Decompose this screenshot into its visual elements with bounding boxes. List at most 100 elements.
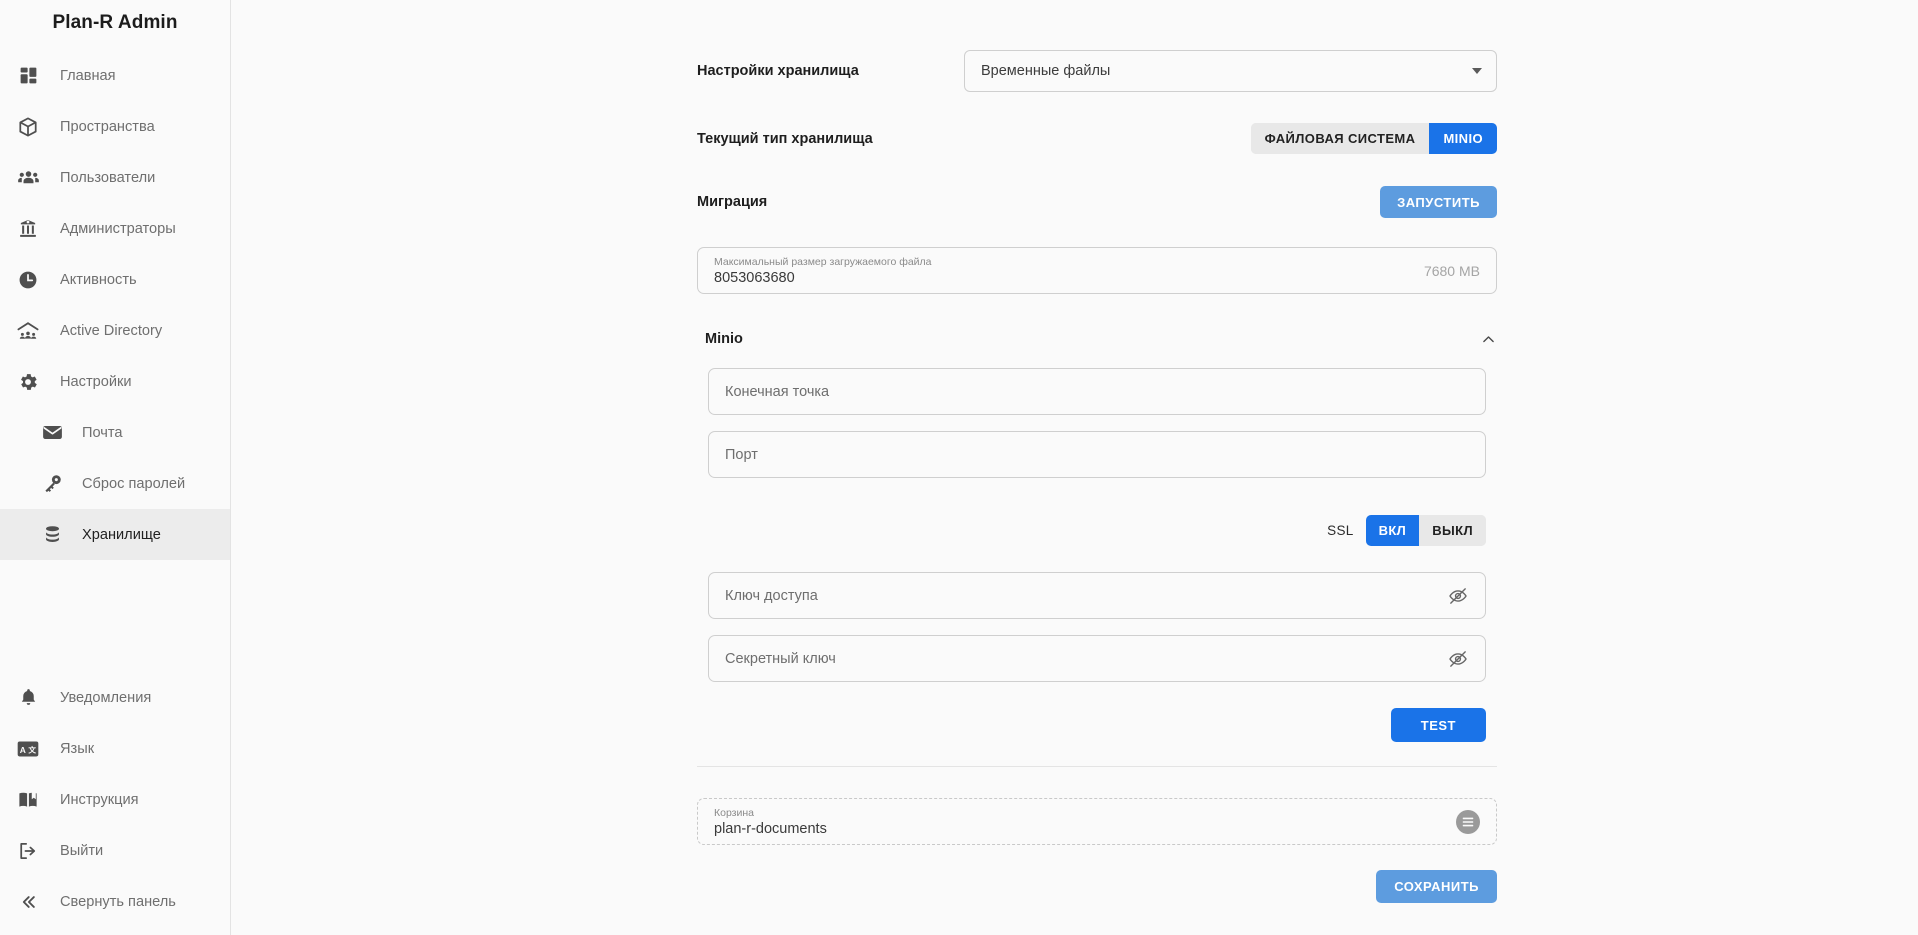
bucket-list-icon[interactable]: [1456, 809, 1480, 834]
minio-test-row: TEST: [708, 708, 1486, 742]
migration-row: Миграция ЗАПУСТИТЬ: [697, 186, 1497, 218]
minio-access-key-placeholder: Ключ доступа: [725, 587, 818, 604]
minio-endpoint-field[interactable]: Конечная точка: [708, 368, 1486, 415]
sidebar-item-label: Пользователи: [60, 169, 156, 186]
minio-section-divider: [697, 766, 1497, 767]
logout-icon: [10, 840, 46, 862]
mail-icon: [34, 421, 70, 444]
sidebar-item-label: Свернуть панель: [60, 893, 176, 910]
ssl-option-off[interactable]: ВЫКЛ: [1419, 515, 1486, 546]
minio-port-field[interactable]: Порт: [708, 431, 1486, 478]
sidebar-item-label: Пространства: [60, 118, 155, 135]
admin-icon: [10, 218, 46, 240]
clock-icon: [10, 269, 46, 291]
sidebar-item-label: Главная: [60, 67, 116, 84]
key-icon: [34, 472, 70, 495]
storage-settings-label: Настройки хранилища: [697, 63, 859, 79]
minio-port-placeholder: Порт: [725, 446, 758, 463]
minio-accordion: Minio Конечная точка Порт SSL ВКЛ ВЫКЛ К…: [697, 322, 1497, 767]
sidebar-item-activity[interactable]: Активность: [0, 254, 230, 305]
book-icon: [10, 789, 46, 811]
translate-icon: A文: [10, 740, 46, 758]
sidebar-item-label: Активность: [60, 271, 137, 288]
minio-accordion-title: Minio: [705, 331, 743, 347]
ssl-segmented-control: ВКЛ ВЫКЛ: [1365, 515, 1486, 546]
minio-secret-key-placeholder: Секретный ключ: [725, 650, 836, 667]
save-button[interactable]: СОХРАНИТЬ: [1376, 870, 1497, 903]
sidebar-item-spaces[interactable]: Пространства: [0, 101, 230, 152]
migration-label: Миграция: [697, 194, 768, 210]
sidebar-nav: Главная Пространства Пользователи Админи…: [0, 40, 230, 560]
bucket-stack: Корзина plan-r-documents: [714, 799, 1456, 844]
sidebar-item-label: Active Directory: [60, 322, 163, 339]
migration-control: ЗАПУСТИТЬ: [935, 186, 1497, 218]
max-upload-size-stack: Максимальный размер загружаемого файла 8…: [714, 248, 1412, 293]
chevron-double-left-icon: [10, 891, 46, 913]
sidebar-item-storage[interactable]: Хранилище: [0, 509, 230, 560]
sidebar-item-logout[interactable]: Выйти: [0, 825, 230, 876]
sidebar-item-active-directory[interactable]: Active Directory: [0, 305, 230, 356]
ssl-option-on[interactable]: ВКЛ: [1365, 515, 1420, 546]
svg-text:A: A: [20, 744, 26, 754]
sidebar-item-users[interactable]: Пользователи: [0, 152, 230, 203]
cube-icon: [10, 116, 46, 138]
sidebar-item-collapse-panel[interactable]: Свернуть панель: [0, 876, 230, 927]
start-migration-button[interactable]: ЗАПУСТИТЬ: [1380, 186, 1497, 218]
sidebar-item-administrators[interactable]: Администраторы: [0, 203, 230, 254]
sidebar-bottom-nav: Уведомления A文 Язык Инструкция Выйти Све…: [0, 672, 230, 935]
storage-type-option-filesystem[interactable]: ФАЙЛОВАЯ СИСТЕМА: [1250, 123, 1430, 154]
gear-icon: [10, 371, 46, 393]
minio-secret-key-field[interactable]: Секретный ключ: [708, 635, 1486, 682]
sidebar: Plan-R Admin Главная Пространства Пользо…: [0, 0, 231, 935]
sidebar-item-label: Уведомления: [60, 689, 152, 706]
main-content: Настройки хранилища Временные файлы Теку…: [231, 0, 1918, 935]
storage-settings-form: Настройки хранилища Временные файлы Теку…: [697, 0, 1497, 903]
svg-text:文: 文: [28, 744, 36, 754]
active-directory-icon: [10, 319, 46, 343]
sidebar-item-label: Хранилище: [82, 526, 161, 543]
storage-settings-select[interactable]: Временные файлы: [964, 50, 1497, 92]
eye-off-icon[interactable]: [1447, 648, 1469, 670]
sidebar-item-notifications[interactable]: Уведомления: [0, 672, 230, 723]
sidebar-item-label: Язык: [60, 740, 95, 757]
sidebar-item-password-reset[interactable]: Сброс паролей: [0, 458, 230, 509]
save-row: СОХРАНИТЬ: [697, 870, 1497, 903]
sidebar-item-label: Выйти: [60, 842, 104, 859]
app-root: Plan-R Admin Главная Пространства Пользо…: [0, 0, 1918, 935]
sidebar-item-language[interactable]: A文 Язык: [0, 723, 230, 774]
storage-settings-selected-value: Временные файлы: [981, 63, 1111, 79]
sidebar-item-mail[interactable]: Почта: [0, 407, 230, 458]
sidebar-item-settings[interactable]: Настройки: [0, 356, 230, 407]
current-storage-type-row: Текущий тип хранилища ФАЙЛОВАЯ СИСТЕМА M…: [697, 123, 1497, 154]
test-connection-button[interactable]: TEST: [1390, 708, 1486, 742]
minio-endpoint-placeholder: Конечная точка: [725, 383, 830, 400]
bucket-field[interactable]: Корзина plan-r-documents: [697, 798, 1497, 845]
storage-type-option-minio[interactable]: MINIO: [1429, 123, 1497, 154]
ssl-label: SSL: [1327, 523, 1354, 538]
bell-icon: [10, 687, 46, 708]
sidebar-item-label: Инструкция: [60, 791, 139, 808]
sidebar-item-label: Почта: [82, 424, 123, 441]
chevron-up-icon: [1480, 331, 1497, 348]
app-title: Plan-R Admin: [52, 12, 178, 33]
eye-off-icon[interactable]: [1447, 585, 1469, 607]
database-icon: [34, 524, 70, 545]
chevron-down-icon: [1472, 68, 1482, 74]
dashboard-icon: [10, 65, 46, 86]
max-upload-size-label: Максимальный размер загружаемого файла: [714, 256, 932, 268]
sidebar-item-label: Сброс паролей: [82, 475, 186, 492]
sidebar-item-label: Администраторы: [60, 220, 176, 237]
storage-settings-row: Настройки хранилища Временные файлы: [697, 50, 1497, 92]
minio-accordion-body: Конечная точка Порт SSL ВКЛ ВЫКЛ Ключ до…: [697, 368, 1497, 742]
users-icon: [10, 166, 46, 189]
storage-type-segmented-control: ФАЙЛОВАЯ СИСТЕМА MINIO: [1250, 123, 1497, 154]
bucket-label: Корзина: [714, 807, 754, 819]
minio-access-key-field[interactable]: Ключ доступа: [708, 572, 1486, 619]
storage-settings-control: Временные файлы: [935, 50, 1497, 92]
sidebar-item-home[interactable]: Главная: [0, 50, 230, 101]
max-upload-size-field[interactable]: Максимальный размер загружаемого файла 8…: [697, 247, 1497, 294]
current-storage-type-control: ФАЙЛОВАЯ СИСТЕМА MINIO: [935, 123, 1497, 154]
sidebar-item-manual[interactable]: Инструкция: [0, 774, 230, 825]
minio-accordion-header[interactable]: Minio: [697, 322, 1497, 356]
